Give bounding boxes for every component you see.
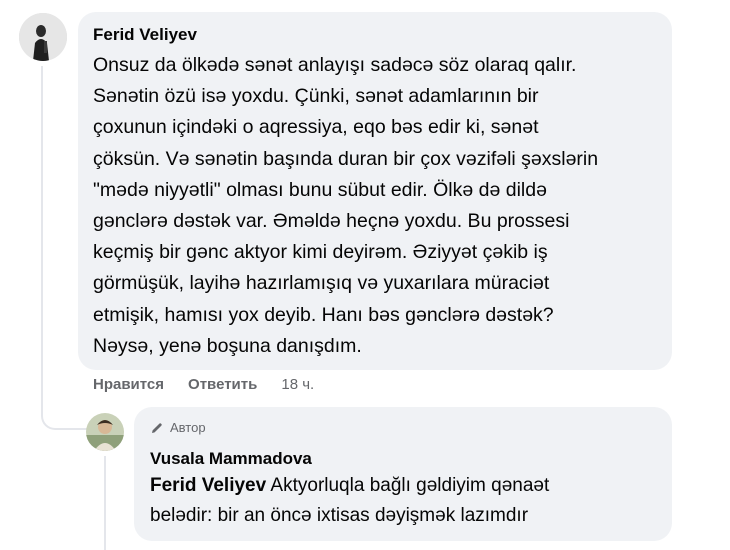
avatar[interactable] <box>19 13 67 61</box>
comment-bubble: Ferid Veliyev Onsuz da ölkədə sənət anla… <box>78 12 672 370</box>
like-button[interactable]: Нравится <box>93 376 164 393</box>
reply-text-line1: Aktyorluqla bağlı gəldiyim qənaət <box>270 475 550 496</box>
author-badge-label: Автор <box>170 420 206 435</box>
comment-text: Onsuz da ölkədə sənət anlayışı sadəcə sö… <box>93 54 599 357</box>
comment-actions: Нравится Ответить 18 ч. <box>93 376 314 393</box>
mention-link[interactable]: Ferid Veliyev <box>150 475 266 496</box>
pencil-icon <box>152 422 162 433</box>
thread-line <box>41 66 43 411</box>
thread-connector <box>41 392 87 430</box>
comment-timestamp[interactable]: 18 ч. <box>281 376 314 393</box>
reply-bubble: Автор Vusala Mammadova Ferid Veliyev Akt… <box>134 407 672 541</box>
reply-text-line2: belədir: bir an öncə ixtisas dəyişmək la… <box>150 505 529 526</box>
author-badge: Автор <box>150 420 206 435</box>
thread-line-reply <box>104 456 106 550</box>
reply-button[interactable]: Ответить <box>188 376 257 393</box>
comment-author[interactable]: Ferid Veliyev <box>93 25 197 45</box>
reply-text: Ferid Veliyev Aktyorluqla bağlı gəldiyim… <box>150 471 660 531</box>
reply-author[interactable]: Vusala Mammadova <box>150 449 312 469</box>
avatar[interactable] <box>86 413 124 451</box>
